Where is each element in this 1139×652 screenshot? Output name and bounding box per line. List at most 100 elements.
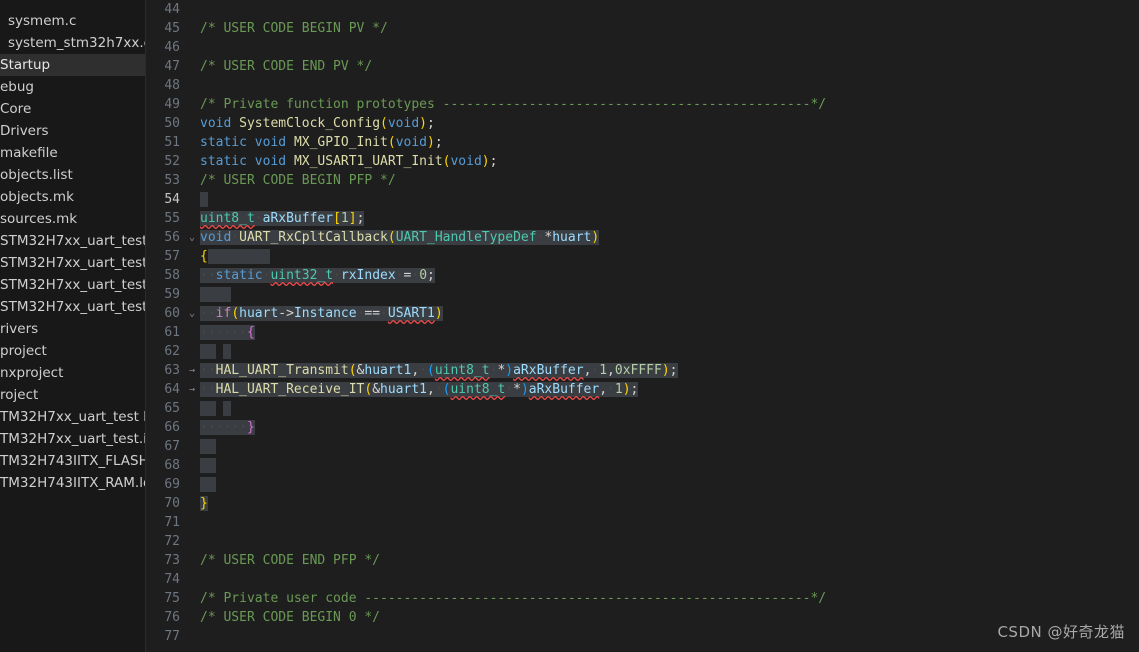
line-content[interactable] [200, 456, 216, 475]
line-content[interactable] [200, 285, 232, 304]
tree-item-makefile[interactable]: makefile [0, 142, 145, 164]
code-line[interactable]: 74 [146, 570, 1139, 589]
code-line[interactable]: 77 [146, 627, 1139, 646]
line-number: 49 [164, 97, 180, 112]
line-content[interactable] [200, 342, 232, 361]
line-number: 63 [164, 363, 180, 378]
code-line[interactable]: 70 } [146, 494, 1139, 513]
code-line[interactable]: 72 [146, 532, 1139, 551]
tree-item-roject[interactable]: roject [0, 384, 145, 406]
code-line[interactable]: 68 [146, 456, 1139, 475]
line-content[interactable]: } [200, 494, 208, 513]
fold-chevron-icon[interactable]: ⌄ [186, 304, 198, 323]
tree-item-uart-test-elf[interactable]: STM32H7xx_uart_test.elf [0, 252, 145, 274]
code-editor-window: sysmem.c system_stm32h7xx.c Startup ebug… [0, 0, 1139, 652]
code-line[interactable]: 53 /* USER CODE BEGIN PFP */ [146, 171, 1139, 190]
line-content[interactable]: /* Private user code -------------------… [200, 589, 826, 608]
code-line[interactable]: 61 ······{ [146, 323, 1139, 342]
code-line[interactable]: 52 static void MX_USART1_UART_Init(void)… [146, 152, 1139, 171]
code-line[interactable]: 59 [146, 285, 1139, 304]
code-line[interactable]: 58 ··static·uint32_t·rxIndex·=·0; [146, 266, 1139, 285]
code-line[interactable]: 57 { [146, 247, 1139, 266]
tree-item-project[interactable]: project [0, 340, 145, 362]
line-content[interactable]: /* USER CODE END PV */ [200, 57, 372, 76]
code-line[interactable]: 54 [146, 190, 1139, 209]
code-editor-pane[interactable]: 44 45 /* USER CODE BEGIN PV */ 46 47 /* … [146, 0, 1139, 652]
code-line[interactable]: 60 ⌄ ··if(huart->Instance·==·USART1) [146, 304, 1139, 323]
line-content[interactable]: { [200, 247, 271, 266]
line-number: 75 [164, 591, 180, 606]
tree-item-sources-mk[interactable]: sources.mk [0, 208, 145, 230]
tree-item-core[interactable]: Core [0, 98, 145, 120]
code-line[interactable]: 76 /* USER CODE BEGIN 0 */ [146, 608, 1139, 627]
tree-item-rivers[interactable]: rivers [0, 318, 145, 340]
file-explorer-sidebar[interactable]: sysmem.c system_stm32h7xx.c Startup ebug… [0, 0, 146, 652]
fold-chevron-icon[interactable]: ⌄ [186, 228, 198, 247]
line-content[interactable] [200, 437, 216, 456]
tree-item-uart-test-ioc[interactable]: TM32H7xx_uart_test.ioc [0, 428, 145, 450]
line-content[interactable]: ······{ [200, 323, 255, 342]
code-line[interactable]: 47 /* USER CODE END PV */ [146, 57, 1139, 76]
code-line[interactable]: 63 → ··HAL_UART_Transmit(&huart1,·(uint8… [146, 361, 1139, 380]
tree-item-ebug[interactable]: ebug [0, 76, 145, 98]
code-line[interactable]: 49 /* Private function prototypes ------… [146, 95, 1139, 114]
tree-item-uart-test-bin[interactable]: STM32H7xx_uart_test.bin [0, 230, 145, 252]
code-line[interactable]: 67 [146, 437, 1139, 456]
code-line[interactable]: 48 [146, 76, 1139, 95]
code-line[interactable]: 65 [146, 399, 1139, 418]
line-content[interactable]: static void MX_GPIO_Init(void); [200, 133, 443, 152]
line-number: 72 [164, 534, 180, 549]
tree-item-partial[interactable] [0, 0, 145, 10]
code-line[interactable]: 56 ⌄ void·UART_RxCpltCallback(UART_Handl… [146, 228, 1139, 247]
tree-item-nxproject[interactable]: nxproject [0, 362, 145, 384]
code-line[interactable]: 45 /* USER CODE BEGIN PV */ [146, 19, 1139, 38]
code-line[interactable]: 44 [146, 0, 1139, 19]
line-content[interactable]: ··HAL_UART_Receive_IT(&huart1,·(uint8_t·… [200, 380, 639, 399]
tree-item-system-stm32h7xx-c[interactable]: system_stm32h7xx.c [0, 32, 145, 54]
code-line[interactable]: 51 static void MX_GPIO_Init(void); [146, 133, 1139, 152]
code-line[interactable]: 50 void SystemClock_Config(void); [146, 114, 1139, 133]
code-line[interactable]: 46 [146, 38, 1139, 57]
tree-item-startup[interactable]: Startup [0, 54, 145, 76]
tree-item-uart-test-map[interactable]: STM32H7xx_uart_test.m... [0, 296, 145, 318]
tree-item-flash-ld[interactable]: TM32H743IITX_FLASH.ld [0, 450, 145, 472]
line-number: 55 [164, 211, 180, 226]
code-lines[interactable]: 44 45 /* USER CODE BEGIN PV */ 46 47 /* … [146, 0, 1139, 646]
line-content[interactable]: ······} [200, 418, 255, 437]
code-line[interactable]: 73 /* USER CODE END PFP */ [146, 551, 1139, 570]
tree-item-ram-ld[interactable]: TM32H743IITX_RAM.ld [0, 472, 145, 494]
tree-item-objects-list[interactable]: objects.list [0, 164, 145, 186]
tree-item-sysmem-c[interactable]: sysmem.c [0, 10, 145, 32]
line-content[interactable]: /* USER CODE END PFP */ [200, 551, 380, 570]
code-line[interactable]: 69 [146, 475, 1139, 494]
code-line[interactable]: 64 → ··HAL_UART_Receive_IT(&huart1,·(uin… [146, 380, 1139, 399]
tree-item-uart-test-debug[interactable]: TM32H7xx_uart_test De... [0, 406, 145, 428]
line-content[interactable]: ··HAL_UART_Transmit(&huart1,·(uint8_t·*)… [200, 361, 678, 380]
line-content[interactable]: uint8_t·aRxBuffer[1]; [200, 209, 365, 228]
line-content[interactable]: ··static·uint32_t·rxIndex·=·0; [200, 266, 435, 285]
line-content[interactable]: static void MX_USART1_UART_Init(void); [200, 152, 497, 171]
line-number: 66 [164, 420, 180, 435]
line-content[interactable] [200, 475, 216, 494]
line-content[interactable]: /* Private function prototypes ---------… [200, 95, 826, 114]
line-number: 73 [164, 553, 180, 568]
line-content[interactable]: void SystemClock_Config(void); [200, 114, 435, 133]
tree-item-objects-mk[interactable]: objects.mk [0, 186, 145, 208]
line-content[interactable] [200, 190, 208, 209]
line-number: 68 [164, 458, 180, 473]
code-line[interactable]: 66 ······} [146, 418, 1139, 437]
line-content[interactable]: void·UART_RxCpltCallback(UART_HandleType… [200, 228, 600, 247]
line-content[interactable] [200, 399, 232, 418]
tree-item-drivers[interactable]: Drivers [0, 120, 145, 142]
line-content[interactable]: /* USER CODE BEGIN PFP */ [200, 171, 396, 190]
code-line[interactable]: 71 [146, 513, 1139, 532]
file-tree[interactable]: sysmem.c system_stm32h7xx.c Startup ebug… [0, 0, 145, 494]
code-line[interactable]: 55 uint8_t·aRxBuffer[1]; [146, 209, 1139, 228]
line-content[interactable]: ··if(huart->Instance·==·USART1) [200, 304, 443, 323]
tree-item-uart-test-list[interactable]: STM32H7xx_uart_test.list [0, 274, 145, 296]
line-content[interactable]: /* USER CODE BEGIN 0 */ [200, 608, 380, 627]
line-content[interactable]: /* USER CODE BEGIN PV */ [200, 19, 388, 38]
code-line[interactable]: 75 /* Private user code ----------------… [146, 589, 1139, 608]
line-number: 71 [164, 515, 180, 530]
code-line[interactable]: 62 [146, 342, 1139, 361]
